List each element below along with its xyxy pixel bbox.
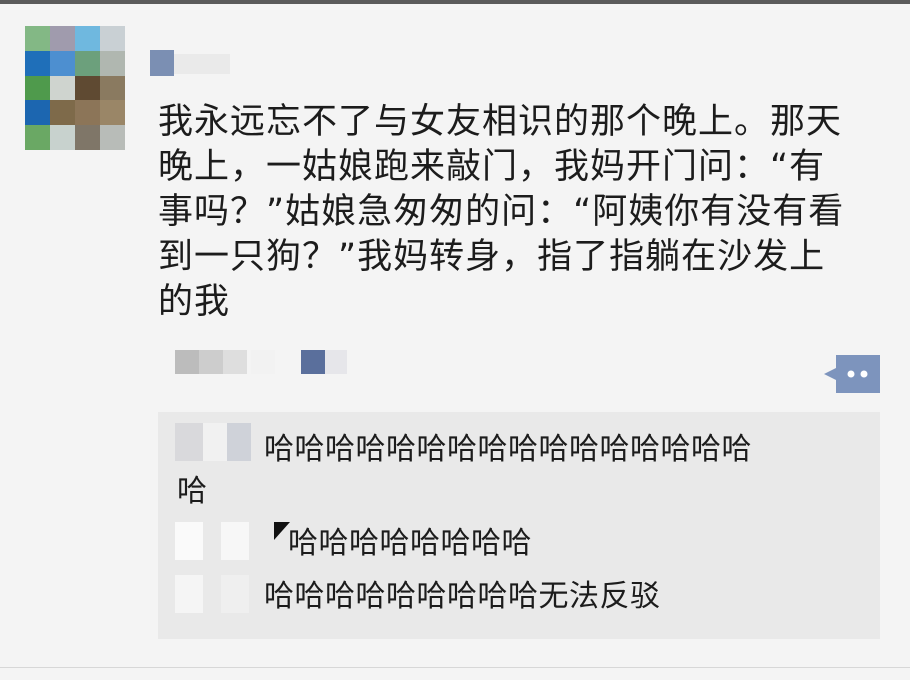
post-text-line: 到一只狗？”我妈转身，指了指躺在沙发上 (158, 237, 826, 277)
comment-text: 哈哈哈哈哈哈哈哈 (288, 526, 532, 561)
post-text: 我永远忘不了与女友相识的那个晚上。那天 晚上，一姑娘跑来敲门，我妈开门问：“有 … (158, 100, 888, 325)
comment-text: 哈哈哈哈哈哈哈哈哈哈哈哈哈哈哈哈 (264, 432, 752, 467)
comment-button[interactable] (824, 355, 880, 393)
username-blurred[interactable] (150, 48, 232, 78)
post-text-line: 的我 (158, 282, 231, 322)
comment-text: 哈哈哈哈哈哈哈哈哈无法反驳 (264, 579, 661, 614)
avatar[interactable] (25, 26, 125, 150)
comment-author-blurred[interactable] (175, 522, 265, 560)
comment-bubble-icon (824, 355, 880, 393)
comment-text: 哈 (177, 474, 208, 509)
divider (0, 667, 910, 668)
post-text-line: 我永远忘不了与女友相识的那个晚上。那天 (158, 102, 843, 142)
comment-author-blurred[interactable] (175, 575, 265, 613)
post-meta-blurred (175, 350, 355, 374)
top-border (0, 0, 910, 4)
comment-author-blurred[interactable] (175, 423, 261, 461)
post-text-line: 事吗？”姑娘急匆匆的问：“阿姨你有没有看 (158, 192, 845, 232)
post-text-line: 晚上，一姑娘跑来敲门，我妈开门问：“有 (158, 147, 826, 187)
